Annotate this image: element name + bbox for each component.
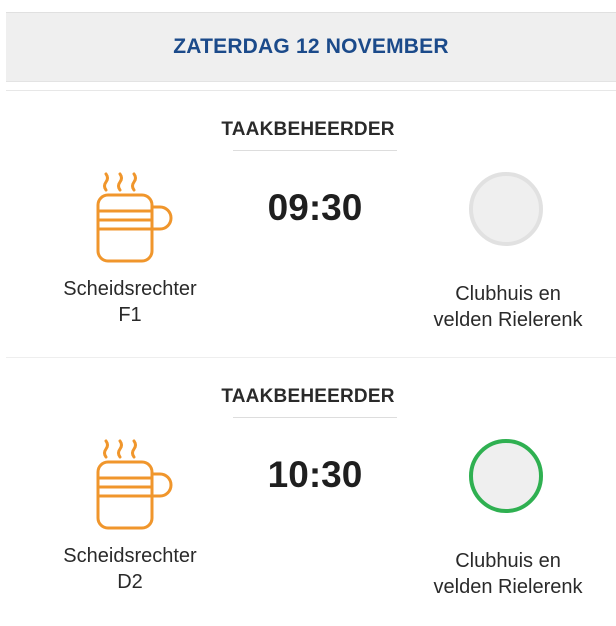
location: Clubhuis en velden Rielerenk bbox=[408, 548, 608, 600]
location: Clubhuis en velden Rielerenk bbox=[408, 281, 608, 333]
task-card[interactable]: TAAKBEHEERDER 09:30 Scheidsrechter F1 Cl… bbox=[0, 119, 616, 359]
task-card[interactable]: TAAKBEHEERDER 10:30 Scheidsrechter D2 Cl… bbox=[0, 386, 616, 626]
date-header-label: ZATERDAG 12 NOVEMBER bbox=[173, 35, 449, 58]
task-time: 10:30 bbox=[267, 454, 363, 495]
role-underline bbox=[233, 417, 397, 418]
role-underline bbox=[233, 150, 397, 151]
location-line1: Clubhuis en bbox=[455, 550, 561, 572]
location-line2: velden Rielerenk bbox=[433, 576, 583, 598]
assignee-role: Scheidsrechter bbox=[63, 278, 197, 300]
status-indicator[interactable] bbox=[469, 172, 543, 246]
role-title: TAAKBEHEERDER bbox=[221, 119, 395, 140]
task-time: 09:30 bbox=[267, 187, 363, 228]
assignee-team: F1 bbox=[118, 304, 142, 326]
assignee: Scheidsrechter F1 bbox=[30, 276, 230, 328]
assignee-team: D2 bbox=[117, 571, 143, 593]
location-line2: velden Rielerenk bbox=[433, 309, 583, 331]
assignee: Scheidsrechter D2 bbox=[30, 543, 230, 595]
role-title: TAAKBEHEERDER bbox=[221, 386, 395, 407]
date-header: ZATERDAG 12 NOVEMBER bbox=[6, 12, 616, 82]
coffee-cup-icon bbox=[96, 172, 173, 263]
status-indicator[interactable] bbox=[469, 439, 543, 513]
location-line1: Clubhuis en bbox=[455, 283, 561, 305]
task-divider bbox=[6, 357, 616, 358]
assignee-role: Scheidsrechter bbox=[63, 545, 197, 567]
header-divider bbox=[6, 90, 616, 91]
coffee-cup-icon bbox=[96, 439, 173, 530]
